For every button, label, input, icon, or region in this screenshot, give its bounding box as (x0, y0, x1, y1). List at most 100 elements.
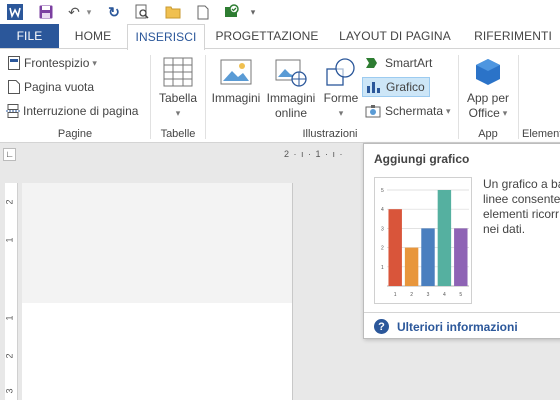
shapes-icon (326, 58, 355, 86)
forme-button[interactable]: Forme ▾ (321, 57, 361, 121)
group-label-tabelle: Tabelle (160, 128, 196, 140)
online-picture-icon (275, 59, 307, 87)
redo-icon[interactable]: ↻ (106, 3, 122, 21)
page-edge (292, 183, 293, 400)
horizontal-ruler[interactable]: 2 · ı · 1 · ı · (284, 149, 344, 159)
table-icon (163, 57, 193, 87)
immagini-label: Immagini (211, 91, 261, 105)
tab-home[interactable]: HOME (64, 24, 122, 49)
grafico-label: Grafico (386, 80, 425, 94)
immagini-online-label-1: Immagini (266, 91, 316, 105)
app-per-label-2: Office (468, 106, 500, 120)
cover-page-icon (8, 56, 20, 70)
tab-file[interactable]: FILE (0, 24, 59, 49)
help-icon: ? (374, 319, 389, 334)
print-preview-icon[interactable] (134, 3, 150, 21)
page-top-margin (22, 183, 292, 303)
tabella-label: Tabella (158, 91, 198, 105)
ruler-mark: 3 (4, 388, 15, 394)
group-divider (458, 55, 459, 139)
tab-selector-button[interactable]: ∟ (3, 148, 16, 161)
app-per-office-button[interactable]: App per Office ▾ (463, 57, 513, 121)
group-label-app: App (478, 128, 498, 140)
group-divider (205, 55, 206, 139)
group-divider (518, 55, 519, 139)
schermata-button[interactable]: Schermata ▾ (365, 104, 451, 118)
group-label-pagine: Pagine (57, 128, 93, 140)
chart-y-tick-label: 5 (381, 188, 384, 194)
smartart-label: SmartArt (385, 56, 433, 70)
chart-y-tick-label: 2 (381, 246, 384, 252)
chevron-down-icon: ▾ (502, 108, 508, 118)
tabella-button[interactable]: Tabella ▾ (155, 57, 201, 121)
chart-bar-4 (437, 190, 452, 286)
forme-label: Forme (323, 91, 359, 105)
chart-x-tick-label: 1 (394, 292, 397, 298)
immagini-button[interactable]: Immagini (209, 57, 263, 106)
open-folder-icon[interactable] (164, 3, 182, 21)
chart-x-tick-label: 4 (443, 292, 446, 298)
chart-bar-2 (404, 247, 419, 286)
interruzione-label: Interruzione di pagina (23, 104, 139, 118)
chart-x-tick-label: 5 (459, 292, 462, 298)
ruler-mark: 2 (4, 199, 15, 205)
chart-x-tick-label: 2 (410, 292, 413, 298)
tooltip-divider (364, 312, 560, 313)
chevron-down-icon: ▾ (446, 105, 451, 116)
picture-icon (220, 59, 252, 85)
tooltip-desc-line: elementi ricorr (483, 207, 560, 221)
chevron-down-icon[interactable]: ▾ (84, 3, 94, 21)
smartart-icon (366, 58, 377, 68)
tooltip-desc-line: nei dati. (483, 222, 526, 236)
frontespizio-button[interactable]: Frontespizio ▾ (8, 56, 97, 70)
chart-svg: 1 2 3 4 5 1 2 3 4 5 (381, 188, 469, 298)
customize-icon[interactable] (222, 3, 240, 21)
smartart-button[interactable]: SmartArt (365, 56, 432, 70)
chart-x-tick-label: 3 (427, 292, 430, 298)
word-logo-icon[interactable] (6, 3, 24, 21)
chevron-down-icon: ▾ (338, 108, 344, 118)
ulteriori-informazioni-label: Ulteriori informazioni (397, 319, 518, 334)
chart-y-tick-label: 3 (381, 226, 384, 232)
pagina-vuota-label: Pagina vuota (24, 80, 95, 94)
chart-bar-5 (454, 228, 468, 286)
immagini-online-label-2: online (274, 106, 308, 120)
interruzione-di-pagina-button[interactable]: Interruzione di pagina (6, 104, 138, 118)
chart-bar-1 (388, 209, 402, 286)
ruler-mark: 1 (4, 315, 15, 321)
page-break-icon (6, 104, 20, 118)
tooltip-desc-line: linee consente (483, 192, 560, 206)
chart-icon (367, 82, 380, 93)
vertical-ruler[interactable]: 2 1 1 2 3 (5, 183, 18, 400)
tab-layout-di-pagina[interactable]: LAYOUT DI PAGINA (332, 24, 458, 49)
ulteriori-informazioni-link[interactable]: ? Ulteriori informazioni (374, 319, 518, 334)
chevron-down-icon: ▾ (92, 57, 97, 68)
save-icon[interactable] (38, 3, 54, 21)
tab-progettazione[interactable]: PROGETTAZIONE (212, 24, 322, 49)
screenshot-icon (365, 105, 381, 118)
group-divider (150, 55, 151, 139)
ruler-mark: 1 (4, 237, 15, 243)
tab-riferimenti[interactable]: RIFERIMENTI (468, 24, 558, 49)
chart-y-tick-label: 4 (381, 207, 384, 213)
undo-icon[interactable]: ↶ (66, 3, 82, 21)
chevron-down-icon: ▾ (175, 108, 181, 118)
chart-y-tick-label: 1 (381, 265, 384, 271)
new-document-icon[interactable] (196, 3, 210, 21)
group-label-elementi: Elementi (522, 128, 560, 140)
grafico-button[interactable]: Grafico (362, 77, 430, 97)
quick-access-toolbar: ↶ ▾ ↻ ▾ (0, 0, 560, 24)
immagini-online-button[interactable]: Immagini online (263, 57, 319, 121)
more-dropdown-icon[interactable]: ▾ (248, 3, 258, 21)
schermata-label: Schermata (385, 104, 444, 118)
ribbon-panel: Frontespizio ▾ Pagina vuota Interruzione… (0, 48, 560, 143)
grafico-tooltip: Aggiungi grafico 1 2 3 4 5 1 2 3 4 5 Un grafico a… (363, 143, 560, 339)
blank-page-icon (8, 80, 20, 94)
frontespizio-label: Frontespizio (24, 56, 90, 70)
tooltip-description: Un grafico a ba linee consente elementi … (483, 177, 560, 237)
ruler-mark: 2 (4, 353, 15, 359)
tab-inserisci[interactable]: INSERISCI (127, 24, 205, 50)
pagina-vuota-button[interactable]: Pagina vuota (8, 80, 94, 94)
office-store-icon (476, 59, 500, 85)
tooltip-title: Aggiungi grafico (374, 152, 470, 166)
